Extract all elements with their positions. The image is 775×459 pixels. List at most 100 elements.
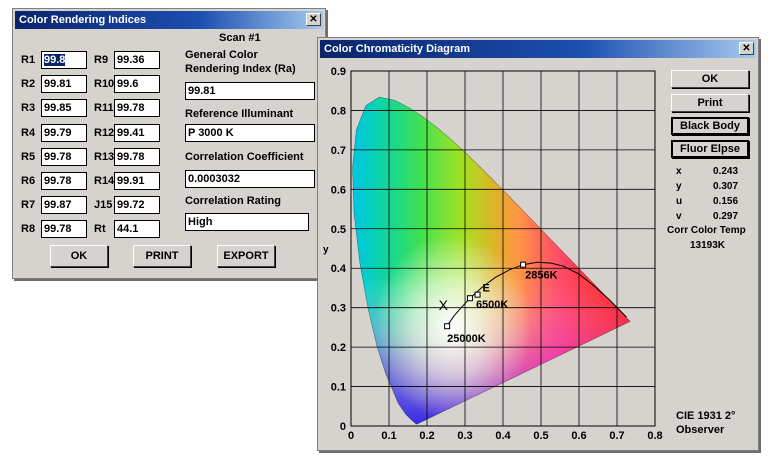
readout-value-3: 0.297 (713, 211, 739, 222)
fluor-elpse-button[interactable]: Fluor Elpse (671, 140, 749, 158)
cri-field-right-7[interactable]: 44.1 (114, 220, 160, 239)
cri-label-right-2: R11 (94, 102, 114, 115)
measured-point-marker: X (439, 297, 449, 313)
chroma-window: Color Chromaticity Diagram ✕ 0 0.1 0.2 0… (317, 37, 759, 451)
cri-titlebar[interactable]: Color Rendering Indices ✕ (15, 11, 323, 29)
corr-coef-field[interactable]: 0.0003032 (185, 170, 315, 188)
point-e-label: E (483, 283, 490, 295)
general-cri-field[interactable]: 99.81 (185, 82, 315, 100)
x-tick-label-1: 0.1 (381, 430, 396, 442)
cri-close-button[interactable]: ✕ (306, 13, 321, 26)
cri-field-left-2[interactable]: 99.85 (41, 99, 87, 118)
ref-illuminant-value: P 3000 K (188, 127, 234, 139)
close-icon: ✕ (309, 14, 318, 25)
x-tick-label-7: 0.7 (609, 430, 624, 442)
cct-label: Corr Color Temp (667, 225, 746, 236)
spectral-locus-fill (352, 97, 631, 425)
corr-rating-label: Correlation Rating (185, 195, 281, 207)
cri-field-left-6[interactable]: 99.87 (41, 196, 87, 215)
cri-value-left-3: 99.79 (44, 126, 72, 139)
y-tick-label-7: 0.7 (331, 145, 346, 157)
cri-field-left-7[interactable]: 99.78 (41, 220, 87, 239)
cri-value-left-1: 99.81 (44, 78, 72, 91)
cri-label-right-1: R10 (94, 78, 115, 91)
cri-label-right-6: J15 (94, 199, 113, 212)
y-tick-label-6: 0.6 (331, 184, 346, 196)
chroma-titlebar[interactable]: Color Chromaticity Diagram ✕ (320, 40, 756, 58)
cri-value-left-0: 99.8 (44, 54, 66, 66)
cri-label-left-1: R2 (21, 78, 36, 91)
cri-value-right-7: 44.1 (117, 223, 139, 236)
cri-field-right-1[interactable]: 99.6 (114, 75, 160, 94)
cri-field-right-0[interactable]: 99.36 (114, 51, 160, 69)
chromaticity-chart: 0 0.1 0.2 0.3 0.4 0.5 0.6 0.7 0.8 0 0.1 0.2 0.3 0.4 0.… (323, 66, 663, 442)
cri-window: Color Rendering Indices ✕ Scan #1 R1 99.8… (12, 8, 326, 279)
corr-coef-label: Correlation Coefficient (185, 151, 304, 163)
x-tick-label-3: 0.3 (457, 430, 472, 442)
cri-value-right-6: 99.72 (117, 199, 145, 212)
y-tick-label-5: 0.5 (331, 224, 346, 236)
planck-point-1 (466, 295, 473, 302)
close-icon: ✕ (742, 43, 751, 54)
y-tick-label-0: 0 (340, 421, 346, 433)
x-tick-label-2: 0.2 (419, 430, 434, 442)
cri-value-left-5: 99.78 (44, 175, 72, 187)
cri-export-button[interactable]: EXPORT (217, 245, 275, 267)
planck-point-2 (520, 261, 527, 268)
chroma-ok-button[interactable]: OK (671, 70, 749, 88)
cri-field-right-5[interactable]: 99.91 (114, 172, 160, 190)
corr-rating-value: High (188, 216, 213, 228)
cri-field-right-3[interactable]: 99.41 (114, 123, 160, 142)
point-e (474, 291, 481, 298)
cri-value-right-4: 99.78 (117, 150, 145, 163)
cri-label-left-4: R5 (21, 150, 36, 163)
x-tick-label-6: 0.6 (571, 430, 586, 442)
cri-field-right-2[interactable]: 99.78 (114, 99, 160, 118)
ref-illuminant-field[interactable]: P 3000 K (185, 124, 315, 142)
cri-value-right-0: 99.36 (117, 54, 145, 66)
corr-rating-field[interactable]: High (185, 213, 309, 231)
ref-illuminant-label: Reference Illuminant (185, 108, 294, 120)
chroma-close-button[interactable]: ✕ (739, 42, 754, 55)
cri-label-left-2: R3 (21, 102, 36, 115)
cri-field-right-6[interactable]: 99.72 (114, 196, 160, 215)
cri-ok-button[interactable]: OK (50, 245, 108, 267)
cri-field-left-4[interactable]: 99.78 (41, 147, 87, 166)
cri-label-left-5: R6 (21, 175, 36, 187)
planck-point-label-2: 2856K (525, 270, 557, 282)
cri-value-right-1: 99.6 (117, 78, 139, 91)
cri-field-left-0[interactable]: 99.8 (41, 51, 87, 69)
cri-value-left-4: 99.78 (44, 150, 72, 163)
scan-label: Scan #1 (219, 32, 261, 44)
cri-value-left-7: 99.78 (44, 223, 72, 236)
cri-label-right-3: R12 (94, 126, 115, 139)
cri-label-right-7: Rt (94, 223, 106, 236)
y-tick-label-3: 0.3 (331, 303, 346, 315)
general-cri-value: 99.81 (188, 85, 216, 97)
cri-print-button[interactable]: PRINT (133, 245, 191, 267)
readout-value-2: 0.156 (713, 196, 739, 207)
black-body-button[interactable]: Black Body (671, 117, 749, 135)
observer-label-2: Observer (676, 424, 725, 436)
cri-field-right-4[interactable]: 99.78 (114, 147, 160, 166)
readout-value-1: 0.307 (713, 181, 739, 192)
cri-field-left-3[interactable]: 99.79 (41, 123, 87, 142)
x-tick-label-8: 0.8 (647, 430, 662, 442)
chroma-print-button[interactable]: Print (671, 94, 749, 112)
readout-label-2: u (676, 196, 683, 207)
general-cri-label-2: Rendering Index (Ra) (185, 63, 296, 75)
cri-value-left-2: 99.85 (44, 102, 72, 115)
y-tick-label-4: 0.4 (331, 263, 347, 275)
x-tick-label-4: 0.4 (495, 430, 511, 442)
chroma-title: Color Chromaticity Diagram (324, 43, 471, 55)
planck-point-0 (444, 323, 451, 330)
cri-field-left-1[interactable]: 99.81 (41, 75, 87, 94)
cri-label-left-3: R4 (21, 126, 36, 139)
y-axis-label: y (323, 245, 329, 256)
cri-field-left-5[interactable]: 99.78 (41, 172, 87, 190)
cct-value: 13193K (690, 240, 726, 251)
readout-value-0: 0.243 (713, 166, 739, 177)
x-tick-label-5: 0.5 (533, 430, 548, 442)
cri-value-right-3: 99.41 (117, 126, 145, 139)
readout-label-3: v (676, 211, 682, 222)
